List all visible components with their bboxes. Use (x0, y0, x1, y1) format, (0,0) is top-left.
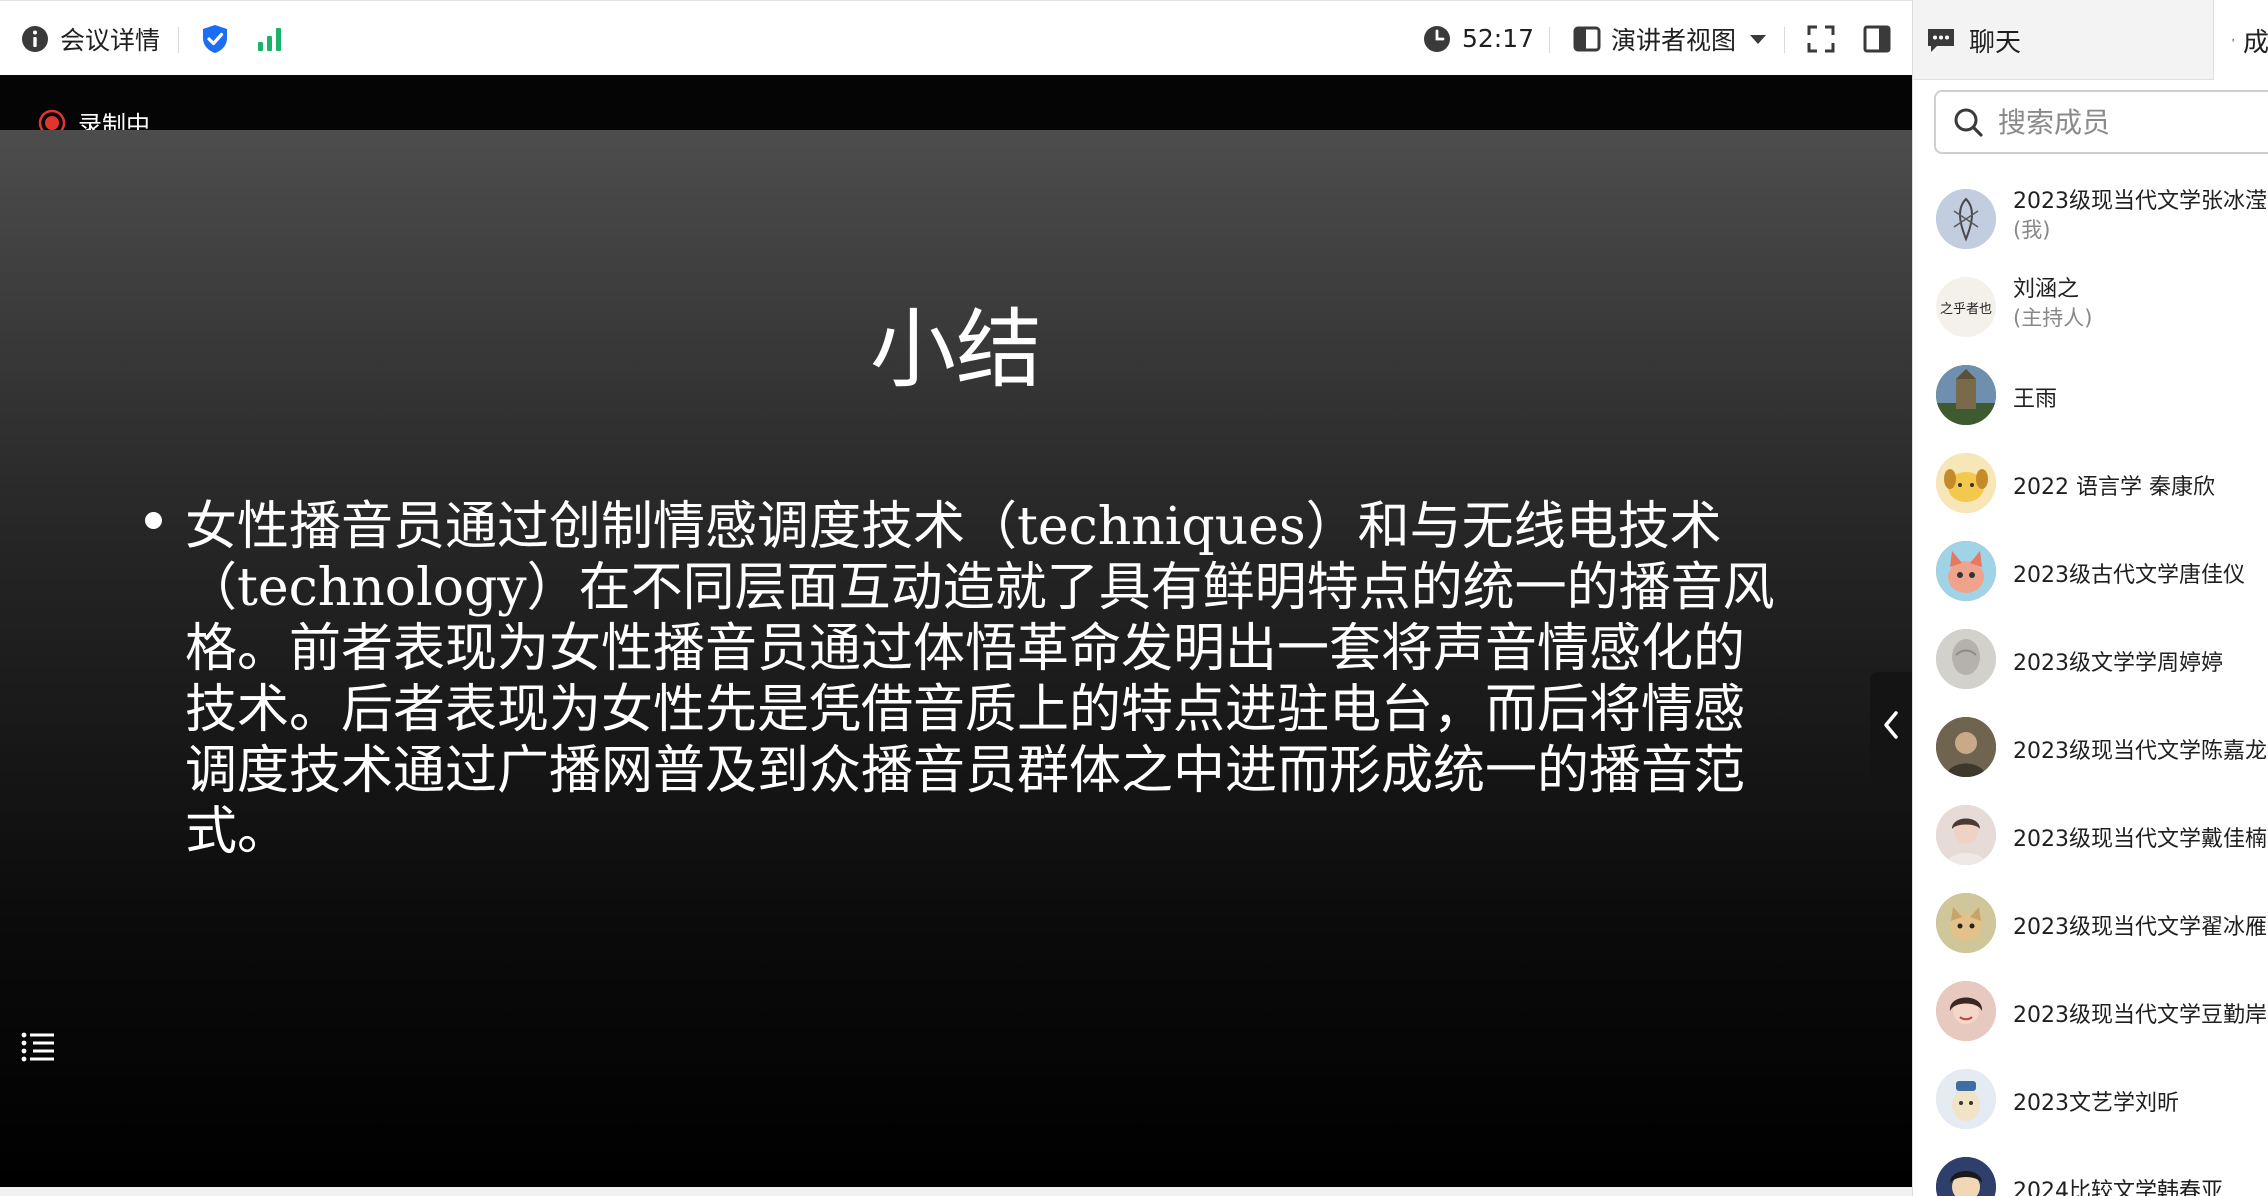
avatar (1936, 717, 1996, 777)
members-icon (2232, 38, 2235, 42)
signal-strength-icon (258, 27, 281, 51)
top-toolbar: 会议详情 52:17 演讲者视图 (0, 0, 1912, 75)
toolbar-divider (178, 27, 179, 53)
chat-bubble-icon (1928, 29, 1954, 52)
meeting-info-label: 会议详情 (60, 25, 161, 55)
search-input[interactable] (1998, 105, 2258, 139)
fullscreen-button[interactable] (1806, 1, 1836, 76)
member-name: 2023级文学学周婷婷 (2013, 651, 2223, 676)
fullscreen-icon (1807, 25, 1835, 52)
avatar (1936, 805, 1996, 865)
member-item[interactable]: 2023级现当代文学陈嘉龙 (1913, 704, 2268, 792)
building-photo-icon (1936, 365, 1996, 425)
timer-text: 52:17 (1462, 24, 1535, 53)
info-icon (22, 25, 48, 52)
list-icon (21, 1032, 54, 1062)
avatar-text: 之乎者也 (1939, 301, 1992, 317)
avatar (1936, 189, 1996, 249)
avatar (1936, 365, 1996, 425)
member-item[interactable]: 2023级现当代文学戴佳楠 (1913, 792, 2268, 880)
caret-down-icon (1750, 34, 1767, 44)
member-item[interactable]: 2022 语言学 秦康欣 (1913, 440, 2268, 528)
view-mode-label: 演讲者视图 (1611, 25, 1737, 55)
member-item[interactable]: 2023级现当代文学豆勤岸 (1913, 968, 2268, 1056)
cartoon-cat-icon (1936, 541, 1996, 601)
presentation-slide: 小结 女性播音员通过创制情感调度技术（techniques）和与无线电技术（te… (0, 130, 1912, 1187)
meeting-info-button[interactable]: 会议详情 (20, 1, 160, 76)
cartoon-icon (1936, 1157, 1996, 1196)
shared-screen-area: 录制中 小结 女性播音员通过创制情感调度技术（techniques）和与无线电技… (0, 75, 1912, 1187)
member-name: 2023级古代文学唐佳仪 (2013, 563, 2245, 588)
security-status-button[interactable] (200, 1, 230, 76)
meeting-window: 会议详情 52:17 演讲者视图 录制中 小结 女性播音员通过创制情感调度技术（… (0, 0, 2268, 1196)
shield-check-icon (203, 24, 227, 53)
member-name: 2023级现当代文学翟冰雁 (2013, 915, 2267, 940)
avatar (1936, 981, 1996, 1041)
member-name: 2023级现当代文学戴佳楠 (2013, 827, 2267, 852)
member-name: 2023级现当代文学陈嘉龙 (2013, 739, 2267, 764)
cartoon-icon (1936, 1069, 1996, 1129)
avatar: 之乎者也 (1936, 277, 1996, 337)
avatar (1936, 629, 1996, 689)
member-name: 2023级现当代文学豆勤岸 (2013, 1003, 2267, 1028)
slide-bullet-text: 女性播音员通过创制情感调度技术（techniques）和与无线电技术（techn… (185, 497, 1775, 862)
member-item[interactable]: 2023级文学学周婷婷 (1913, 616, 2268, 704)
member-name: 2023文艺学刘昕 (2013, 1091, 2179, 1116)
sketch-illustration-icon (1936, 189, 1996, 249)
tab-chat-label: 聊天 (1969, 27, 2022, 58)
chevron-left-icon (1884, 710, 1898, 739)
member-name: 刘涵之 (2013, 277, 2080, 302)
cartoon-dog-icon (1936, 453, 1996, 513)
sculpture-icon (1936, 629, 1996, 689)
portrait-photo-icon (1936, 805, 1996, 865)
member-name: 2024比较文学韩春亚 (2013, 1179, 2223, 1196)
tab-members-label: 成 (2242, 27, 2268, 58)
member-list: 2023级现当代文学张冰滢 (我) 之乎者也 刘涵之 (主持人) 王雨 2022… (1913, 176, 2268, 1196)
toggle-sidebar-button[interactable] (1862, 1, 1892, 76)
member-item[interactable]: 2023文艺学刘昕 (1913, 1056, 2268, 1144)
avatar (1936, 1069, 1996, 1129)
member-role: (主持人) (2013, 306, 2093, 330)
collapse-panel-button[interactable] (1870, 672, 1912, 777)
member-item[interactable]: 2023级现当代文学翟冰雁 (1913, 880, 2268, 968)
tab-members[interactable]: 成 (2213, 0, 2268, 80)
member-name: 2023级现当代文学张冰滢 (2013, 189, 2267, 214)
tab-chat[interactable]: 聊天 (1913, 0, 2213, 80)
bullet-marker (145, 512, 162, 529)
avatar (1936, 1157, 1996, 1196)
portrait-photo-icon (1936, 717, 1996, 777)
portrait-photo-icon (1936, 981, 1996, 1041)
member-item[interactable]: 2023级现当代文学张冰滢 (我) (1913, 176, 2268, 264)
layout-icon (1573, 26, 1601, 51)
member-item[interactable]: 2024比较文学韩春亚 (1913, 1144, 2268, 1196)
member-search[interactable] (1934, 90, 2268, 154)
view-mode-dropdown[interactable]: 演讲者视图 (1573, 1, 1768, 76)
member-role: (我) (2013, 218, 2051, 242)
avatar (1936, 893, 1996, 953)
toolbar-divider (1549, 27, 1550, 53)
avatar (1936, 453, 1996, 513)
right-sidebar: 聊天 成 搜索成员 2023级现当代文学张冰滢 (我) 之乎者也 刘涵之 (主持… (1912, 0, 2268, 1196)
sidebar-panel-icon (1863, 25, 1891, 52)
bottom-bar (0, 1187, 1912, 1196)
clock-icon (1424, 25, 1450, 52)
sidebar-tabs: 聊天 成 (1913, 0, 2268, 80)
network-quality-button[interactable] (256, 1, 286, 76)
slide-list-button[interactable] (18, 1027, 58, 1067)
member-item[interactable]: 王雨 (1913, 352, 2268, 440)
cat-photo-icon (1936, 893, 1996, 953)
member-item[interactable]: 2023级古代文学唐佳仪 (1913, 528, 2268, 616)
member-name: 王雨 (2013, 387, 2058, 412)
avatar (1936, 541, 1996, 601)
toolbar-divider (1784, 27, 1785, 53)
member-name: 2022 语言学 秦康欣 (2013, 475, 2215, 500)
recording-bar: 录制中 (0, 75, 1912, 139)
meeting-timer: 52:17 (1422, 1, 1534, 76)
slide-title: 小结 (870, 300, 1042, 400)
member-item[interactable]: 之乎者也 刘涵之 (主持人) (1913, 264, 2268, 352)
search-icon (1954, 108, 1983, 137)
